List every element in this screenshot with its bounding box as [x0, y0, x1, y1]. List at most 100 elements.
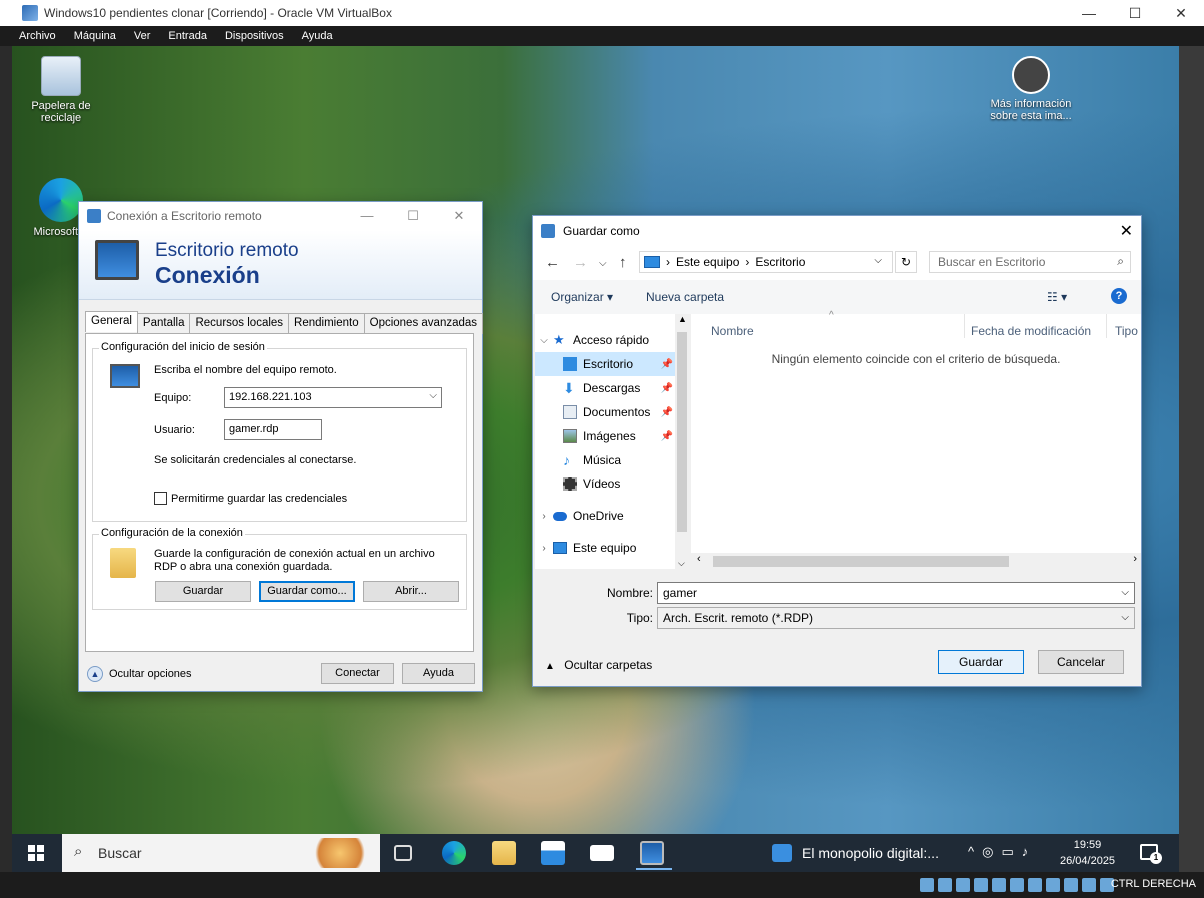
equipo-combo[interactable]: 192.168.221.103 ⌵ — [224, 387, 442, 408]
nav-quick-access[interactable]: ⌵ ★ Acceso rápido — [535, 328, 675, 352]
tray-expand-icon[interactable]: ^ — [968, 844, 974, 860]
recording-icon[interactable] — [1046, 878, 1060, 892]
save-credentials-checkbox[interactable] — [154, 492, 167, 505]
up-arrow-icon[interactable]: ↑ — [619, 254, 627, 271]
audio-icon[interactable] — [956, 878, 970, 892]
taskbar-search[interactable]: ⌕ Buscar — [62, 834, 380, 872]
tab-rendimiento[interactable]: Rendimiento — [288, 313, 365, 334]
nav-imagenes[interactable]: Imágenes 📌 — [535, 424, 675, 448]
menu-dispositivos[interactable]: Dispositivos — [222, 30, 287, 42]
nav-videos[interactable]: Vídeos — [535, 472, 675, 496]
column-divider[interactable] — [964, 314, 965, 338]
remote-desktop-taskbar-icon[interactable] — [636, 841, 672, 870]
filename-input[interactable]: gamer ⌵ — [657, 582, 1135, 604]
nav-scrollbar[interactable]: ▲ ⌵ — [675, 314, 689, 569]
refresh-icon[interactable]: ↻ — [895, 251, 917, 273]
hide-folders-toggle[interactable]: ▲ Ocultar carpetas — [545, 658, 652, 672]
collapsed-chevron-icon[interactable]: › — [535, 511, 553, 522]
filetype-select[interactable]: Arch. Escrit. remoto (*.RDP) ⌵ — [657, 607, 1135, 629]
webcam-icon[interactable]: ◎ — [982, 844, 993, 860]
col-name[interactable]: Nombre — [711, 324, 754, 338]
shared-folders-icon[interactable] — [1010, 878, 1024, 892]
volume-icon[interactable]: ♪ — [1022, 844, 1029, 860]
hide-options-toggle[interactable]: ▲ Ocultar opciones — [87, 666, 192, 682]
chevron-down-icon[interactable]: ⌵ — [874, 255, 882, 266]
breadcrumb-escritorio[interactable]: Escritorio — [755, 255, 805, 269]
recycle-bin-shortcut[interactable]: Papelera de reciclaje — [16, 56, 106, 124]
search-input[interactable]: Buscar en Escritorio ⌕ — [929, 251, 1131, 273]
file-list-hscrollbar[interactable]: ‹ › — [691, 553, 1141, 569]
rdp-minimize-button[interactable]: — — [344, 202, 390, 230]
rdp-save-button[interactable]: Guardar — [155, 581, 251, 602]
rdp-close-button[interactable]: ✕ — [436, 202, 482, 230]
nav-onedrive[interactable]: › OneDrive — [535, 504, 675, 528]
menu-archivo[interactable]: Archivo — [16, 30, 59, 42]
col-type[interactable]: Tipo — [1115, 324, 1138, 338]
forward-arrow-icon[interactable]: → — [573, 254, 588, 271]
spotlight-info-shortcut[interactable]: Más información sobre esta ima... — [986, 56, 1076, 122]
collapsed-chevron-icon[interactable]: › — [535, 543, 553, 554]
menu-entrada[interactable]: Entrada — [165, 30, 210, 42]
mail-icon[interactable] — [590, 845, 614, 861]
edge-icon[interactable] — [442, 841, 466, 865]
windows-start-icon[interactable] — [28, 845, 44, 861]
breadcrumb-este-equipo[interactable]: Este equipo — [676, 255, 739, 269]
organize-button[interactable]: Organizar ▾ — [551, 290, 613, 304]
nav-scrollbar-thumb[interactable] — [677, 332, 687, 532]
file-explorer-icon[interactable] — [492, 841, 516, 865]
store-icon[interactable] — [541, 841, 565, 865]
menu-maquina[interactable]: Máquina — [71, 30, 119, 42]
menu-ver[interactable]: Ver — [131, 30, 154, 42]
pin-icon: 📌 — [660, 382, 673, 394]
address-bar[interactable]: › Este equipo › Escritorio ⌵ — [639, 251, 893, 273]
scroll-right-icon[interactable]: › — [1133, 553, 1137, 565]
clock[interactable]: 19:59 26/04/2025 — [1060, 837, 1115, 869]
cancel-button[interactable]: Cancelar — [1038, 650, 1124, 674]
notifications-icon[interactable]: 1 — [1140, 844, 1162, 864]
mouse-integration-icon[interactable] — [1082, 878, 1096, 892]
cpu-icon[interactable] — [1064, 878, 1078, 892]
scroll-left-icon[interactable]: ‹ — [697, 553, 701, 565]
network-adapter-icon[interactable] — [974, 878, 988, 892]
new-folder-button[interactable]: Nueva carpeta — [646, 290, 724, 304]
optical-drive-icon[interactable] — [938, 878, 952, 892]
connect-button[interactable]: Conectar — [321, 663, 394, 684]
menu-ayuda[interactable]: Ayuda — [299, 30, 336, 42]
expanded-chevron-icon[interactable]: ⌵ — [535, 335, 553, 346]
rdp-open-button[interactable]: Abrir... — [363, 581, 459, 602]
back-arrow-icon[interactable]: ← — [545, 254, 560, 271]
recent-locations-icon[interactable]: ⌵ — [599, 258, 607, 269]
tab-opciones-avanzadas[interactable]: Opciones avanzadas — [363, 313, 484, 334]
news-widget[interactable]: El monopolio digital:... — [772, 844, 939, 862]
maximize-button[interactable]: ☐ — [1112, 0, 1158, 26]
hard-disk-icon[interactable] — [920, 878, 934, 892]
display-icon[interactable] — [1028, 878, 1042, 892]
chevron-down-icon[interactable]: ⌵ — [1121, 587, 1129, 598]
view-options-icon[interactable]: ☷ ▾ — [1047, 290, 1067, 304]
nav-this-pc[interactable]: › Este equipo — [535, 536, 675, 560]
close-button[interactable]: ✕ — [1158, 0, 1204, 26]
rdp-save-as-button[interactable]: Guardar como... — [259, 581, 355, 602]
rdp-maximize-button[interactable]: ☐ — [390, 202, 436, 230]
save-button[interactable]: Guardar — [938, 650, 1024, 674]
column-divider[interactable] — [1106, 314, 1107, 338]
task-view-icon[interactable] — [394, 845, 412, 861]
nav-musica[interactable]: ♪ Música — [535, 448, 675, 472]
usb-icon[interactable] — [992, 878, 1006, 892]
col-date-modified[interactable]: Fecha de modificación — [971, 324, 1091, 338]
usuario-field[interactable]: gamer.rdp — [224, 419, 322, 440]
minimize-button[interactable]: — — [1066, 0, 1112, 26]
help-icon[interactable]: ? — [1111, 288, 1127, 304]
scroll-up-icon[interactable]: ▲ — [678, 314, 687, 324]
tab-recursos-locales[interactable]: Recursos locales — [189, 313, 290, 334]
help-button[interactable]: Ayuda — [402, 663, 475, 684]
nav-documentos[interactable]: Documentos 📌 — [535, 400, 675, 424]
nav-descargas[interactable]: ⬇ Descargas 📌 — [535, 376, 675, 400]
tab-pantalla[interactable]: Pantalla — [136, 313, 191, 334]
tab-general[interactable]: General — [85, 311, 138, 332]
hscroll-thumb[interactable] — [713, 556, 1009, 567]
save-as-close-button[interactable]: ✕ — [1120, 221, 1133, 241]
nav-escritorio[interactable]: Escritorio 📌 — [535, 352, 675, 376]
network-icon[interactable]: ▭ — [1001, 844, 1013, 860]
scroll-down-icon[interactable]: ⌵ — [678, 558, 685, 569]
